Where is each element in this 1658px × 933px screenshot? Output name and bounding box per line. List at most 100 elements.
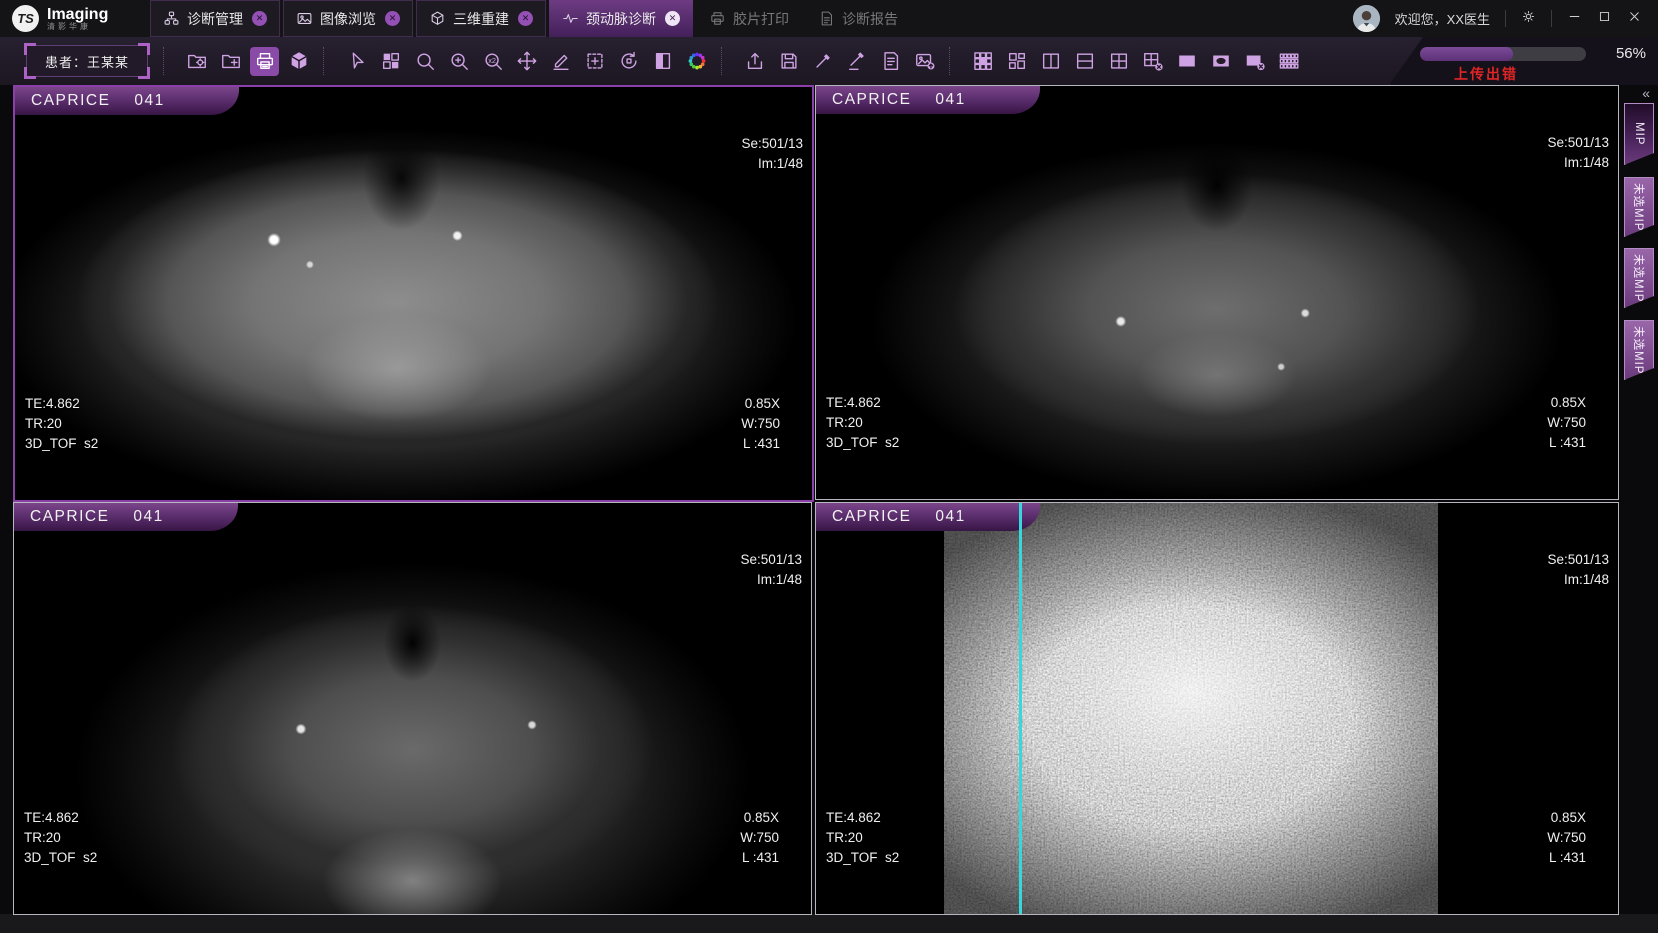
volume-3d-tool[interactable] bbox=[284, 47, 313, 76]
close-button[interactable] bbox=[1627, 9, 1642, 29]
tab-label: 图像浏览 bbox=[320, 9, 376, 29]
minimize-button[interactable] bbox=[1567, 9, 1582, 29]
color-palette-tool[interactable] bbox=[682, 47, 711, 76]
user-greeting: 欢迎您，XX医生 bbox=[1395, 9, 1490, 28]
zoom-in-tool[interactable] bbox=[444, 47, 473, 76]
magnify-tool[interactable] bbox=[410, 47, 439, 76]
print-tool[interactable] bbox=[250, 47, 279, 76]
series-tab[interactable]: CAPRICE 041 bbox=[815, 502, 1040, 531]
tab-label: 颈动脉诊断 bbox=[586, 9, 656, 29]
upload-status: 56% 上传出错 bbox=[1416, 42, 1648, 80]
acquisition-overlay: TE:4.862TR:203D_TOF s2 bbox=[24, 768, 97, 908]
mri-axial-image bbox=[14, 503, 811, 914]
logo-brand: Imaging bbox=[47, 7, 108, 22]
mask-ellipse-tool[interactable] bbox=[1206, 47, 1235, 76]
sidebar-tab-mip-unselected-3[interactable]: 未选MIP bbox=[1624, 320, 1654, 380]
tile-layout-tool[interactable] bbox=[376, 47, 405, 76]
report-tool[interactable] bbox=[876, 47, 905, 76]
layout-split-vertical-tool[interactable] bbox=[1036, 47, 1065, 76]
tab-3d-reconstruction[interactable]: 三维重建 ✕ bbox=[416, 0, 546, 37]
measure-angle-tool[interactable] bbox=[842, 47, 871, 76]
series-name: CAPRICE bbox=[832, 508, 911, 526]
annotate-tool[interactable] bbox=[546, 47, 575, 76]
viewport-panel-3[interactable]: CAPRICE 041 Se:501/13Im:1/48 TE:4.862TR:… bbox=[13, 502, 812, 915]
tab-label: 三维重建 bbox=[453, 9, 509, 29]
org-chart-icon bbox=[163, 10, 180, 27]
tab-diagnosis-report: 诊断报告 bbox=[805, 0, 911, 37]
viewport-panel-1[interactable]: CAPRICE 041 Se:501/13Im:1/48 TE:4.862TR:… bbox=[13, 85, 814, 502]
viewport-panel-4[interactable]: CAPRICE 041 Se:501/13Im:1/48 TE:4.862TR:… bbox=[815, 502, 1619, 915]
mask-rect-tool[interactable] bbox=[1172, 47, 1201, 76]
maximize-button[interactable] bbox=[1597, 9, 1612, 29]
settings-button[interactable] bbox=[1521, 9, 1536, 29]
window-level-tool[interactable] bbox=[648, 47, 677, 76]
tab-image-browse[interactable]: 图像浏览 ✕ bbox=[283, 0, 413, 37]
display-overlay: 0.85XW:750L :431 bbox=[741, 354, 780, 494]
tab-carotid-diagnosis[interactable]: 颈动脉诊断 ✕ bbox=[549, 0, 693, 37]
acquisition-overlay: TE:4.862TR:203D_TOF s2 bbox=[826, 768, 899, 908]
cursor-tool[interactable] bbox=[342, 47, 371, 76]
sidebar-tab-mip-active[interactable]: MIP bbox=[1624, 103, 1654, 165]
series-tab[interactable]: CAPRICE 041 bbox=[815, 85, 1040, 114]
mri-axial-image bbox=[15, 87, 812, 500]
roi-select-tool[interactable] bbox=[580, 47, 609, 76]
toolbar: 患者：王某某 x2 56% 上传出错 bbox=[0, 37, 1658, 85]
upload-progress-track bbox=[1420, 47, 1586, 61]
export-tool[interactable] bbox=[740, 47, 769, 76]
display-overlay: 0.85XW:750L :431 bbox=[1547, 353, 1586, 493]
close-icon bbox=[1627, 9, 1642, 29]
patient-name-box[interactable]: 患者：王某某 bbox=[26, 45, 148, 77]
series-info-overlay: Se:501/13Im:1/48 bbox=[1547, 510, 1609, 630]
tab-close-icon[interactable]: ✕ bbox=[252, 11, 267, 26]
tab-diagnosis-management[interactable]: 诊断管理 ✕ bbox=[150, 0, 280, 37]
svg-text:x2: x2 bbox=[488, 56, 496, 65]
tab-close-icon[interactable]: ✕ bbox=[518, 11, 533, 26]
cube-icon bbox=[429, 10, 446, 27]
layout-grid-2x2-tool[interactable] bbox=[1104, 47, 1133, 76]
window-controls bbox=[1505, 9, 1642, 29]
logo-monogram: TS bbox=[12, 5, 39, 32]
waveform-icon bbox=[562, 10, 579, 27]
layout-close-tool[interactable] bbox=[1138, 47, 1167, 76]
series-name: CAPRICE bbox=[31, 92, 110, 110]
series-number: 041 bbox=[935, 508, 965, 526]
save-tool[interactable] bbox=[774, 47, 803, 76]
viewport-panel-2[interactable]: CAPRICE 041 Se:501/13Im:1/48 TE:4.862TR:… bbox=[815, 85, 1619, 500]
tab-label: 诊断报告 bbox=[842, 9, 898, 29]
upload-percent: 56% bbox=[1616, 45, 1646, 62]
layout-tiles-tool[interactable] bbox=[1002, 47, 1031, 76]
viewer-area: CAPRICE 041 Se:501/13Im:1/48 TE:4.862TR:… bbox=[0, 85, 1658, 933]
rotate-tool[interactable] bbox=[614, 47, 643, 76]
tab-close-icon[interactable]: ✕ bbox=[385, 11, 400, 26]
measure-line-tool[interactable] bbox=[808, 47, 837, 76]
open-study-add-tool[interactable] bbox=[216, 47, 245, 76]
pan-tool[interactable] bbox=[512, 47, 541, 76]
tab-label: 诊断管理 bbox=[187, 9, 243, 29]
avatar[interactable] bbox=[1353, 5, 1380, 32]
series-tab[interactable]: CAPRICE 041 bbox=[14, 86, 239, 115]
export-image-tool[interactable] bbox=[910, 47, 939, 76]
sidebar-tab-mip-unselected-1[interactable]: 未选MIP bbox=[1624, 177, 1654, 237]
series-tab[interactable]: CAPRICE 041 bbox=[13, 502, 238, 531]
collapse-sidebar-icon[interactable]: « bbox=[1642, 85, 1649, 101]
layout-grid-3x3-tool[interactable] bbox=[968, 47, 997, 76]
toolbar-divider bbox=[949, 47, 958, 75]
titlebar: TS Imaging 清影华康 诊断管理 ✕ 图像浏览 ✕ 三维重建 ✕ 颈动脉诊断 ✕ 胶片打… bbox=[0, 0, 1658, 38]
mpr-reference-line[interactable] bbox=[1019, 503, 1022, 914]
tab-film-print: 胶片打印 bbox=[696, 0, 802, 37]
mri-axial-image bbox=[816, 86, 1618, 499]
display-overlay: 0.85XW:750L :431 bbox=[1547, 768, 1586, 908]
open-study-settings-tool[interactable] bbox=[182, 47, 211, 76]
app-logo: TS Imaging 清影华康 bbox=[0, 5, 150, 32]
mask-rect-close-tool[interactable] bbox=[1240, 47, 1269, 76]
sidebar-tab-mip-unselected-2[interactable]: 未选MIP bbox=[1624, 248, 1654, 308]
series-name: CAPRICE bbox=[30, 508, 109, 526]
filmstrip-tool[interactable] bbox=[1274, 47, 1303, 76]
display-overlay: 0.85XW:750L :431 bbox=[740, 768, 779, 908]
series-number: 041 bbox=[935, 91, 965, 109]
layout-split-horizontal-tool[interactable] bbox=[1070, 47, 1099, 76]
zoom-x2-tool[interactable]: x2 bbox=[478, 47, 507, 76]
maximize-icon bbox=[1597, 9, 1612, 29]
gear-icon bbox=[1521, 9, 1536, 29]
tab-close-icon[interactable]: ✕ bbox=[665, 11, 680, 26]
